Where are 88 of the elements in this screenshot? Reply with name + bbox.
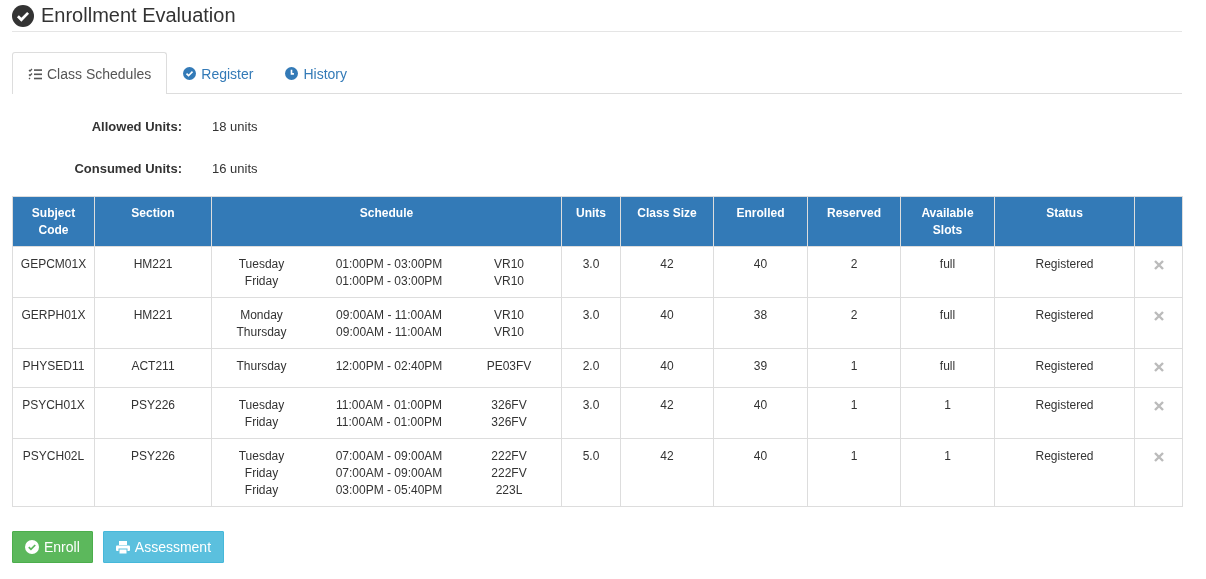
tab[interactable]: Class Schedules bbox=[12, 52, 168, 94]
table-cell: HM221 bbox=[94, 246, 212, 298]
table-cell: 1 bbox=[807, 438, 901, 507]
table-cell: 1 bbox=[900, 387, 995, 439]
schedule-time: 03:00PM - 05:40PM bbox=[334, 482, 444, 499]
table-cell: 2.0 bbox=[561, 348, 621, 388]
schedule-room: VR10 bbox=[493, 273, 525, 290]
table-cell: 2 bbox=[807, 297, 901, 349]
table-cell: Registered bbox=[994, 246, 1135, 298]
table-cell: Registered bbox=[994, 297, 1135, 349]
table-cell: HM221 bbox=[94, 297, 212, 349]
schedule-day: Friday bbox=[209, 465, 314, 482]
table-cell: 38 bbox=[713, 297, 808, 349]
table-cell: 39 bbox=[713, 348, 808, 388]
table-cell: 1 bbox=[807, 387, 901, 439]
table-cell: full bbox=[900, 348, 995, 388]
schedule-day: Tuesday bbox=[209, 397, 314, 414]
table-cell: 3.0 bbox=[561, 297, 621, 349]
table-cell: full bbox=[900, 297, 995, 349]
schedule-room: 326FV bbox=[490, 397, 528, 414]
table-cell: 42 bbox=[620, 246, 714, 298]
enroll-button[interactable]: Enroll bbox=[12, 531, 93, 563]
table-cell: 40 bbox=[713, 387, 808, 439]
field-value: 18 units bbox=[212, 119, 259, 134]
schedule-time: 11:00AM - 01:00PM bbox=[335, 414, 443, 431]
schedule-room: VR10 bbox=[493, 324, 525, 341]
table-cell: full bbox=[900, 246, 995, 298]
schedule-time: 01:00PM - 03:00PM bbox=[334, 273, 444, 290]
schedule-day: Friday bbox=[209, 414, 314, 431]
table-cell: 40 bbox=[620, 297, 714, 349]
table-cell: Registered bbox=[994, 438, 1135, 507]
column-header: Reserved bbox=[807, 196, 901, 247]
table-cell: 40 bbox=[713, 438, 808, 507]
schedule-room: 326FV bbox=[490, 414, 528, 431]
schedule-day: Tuesday bbox=[209, 448, 314, 465]
table-cell: 3.0 bbox=[561, 387, 621, 439]
column-header: Subject Code bbox=[12, 196, 95, 247]
schedule-day: Friday bbox=[209, 273, 314, 290]
table-cell: 3.0 bbox=[561, 246, 621, 298]
schedule-time: 09:00AM - 11:00AM bbox=[335, 324, 443, 341]
column-header: Status bbox=[994, 196, 1135, 247]
table-cell: 1 bbox=[900, 438, 995, 507]
schedule-time: 07:00AM - 09:00AM bbox=[334, 448, 444, 465]
schedule-time: 11:00AM - 01:00PM bbox=[335, 397, 443, 414]
tab[interactable]: Register bbox=[167, 52, 270, 94]
schedule-time: 07:00AM - 09:00AM bbox=[334, 465, 444, 482]
table-cell: PSYCH02L bbox=[12, 438, 95, 507]
table-cell: 42 bbox=[620, 387, 714, 439]
table-cell: 1 bbox=[807, 348, 901, 388]
column-header: Schedule bbox=[211, 196, 562, 247]
field-value: 16 units bbox=[212, 161, 259, 176]
table-cell: 42 bbox=[620, 438, 714, 507]
table-cell: Registered bbox=[994, 348, 1135, 388]
column-header: Units bbox=[561, 196, 621, 247]
schedule-day: Monday bbox=[209, 307, 314, 324]
schedule-room: VR10 bbox=[493, 256, 525, 273]
column-header: Available Slots bbox=[900, 196, 995, 247]
tab[interactable]: History bbox=[269, 52, 363, 94]
page-title: Enrollment Evaluation bbox=[41, 4, 236, 27]
schedule-time: 12:00PM - 02:40PM bbox=[334, 358, 444, 375]
table-cell: PSY226 bbox=[94, 387, 212, 439]
table-cell: 5.0 bbox=[561, 438, 621, 507]
schedule-time: 01:00PM - 03:00PM bbox=[334, 256, 444, 273]
table-cell: PSY226 bbox=[94, 438, 212, 507]
schedule-day: Friday bbox=[209, 482, 314, 499]
schedule-room: 222FV bbox=[490, 448, 528, 465]
schedule-time: 09:00AM - 11:00AM bbox=[335, 307, 443, 324]
table-cell: Registered bbox=[994, 387, 1135, 439]
table-cell: 40 bbox=[713, 246, 808, 298]
table-cell: GEPCM01X bbox=[12, 246, 95, 298]
schedule-day: Thursday bbox=[209, 324, 314, 341]
schedule-day: Tuesday bbox=[209, 256, 314, 273]
field-label: Allowed Units: bbox=[90, 119, 182, 134]
table-cell: GERPH01X bbox=[12, 297, 95, 349]
field-label: Consumed Units: bbox=[73, 161, 182, 176]
column-header: Class Size bbox=[620, 196, 714, 247]
schedule-room: VR10 bbox=[493, 307, 525, 324]
table-cell: 40 bbox=[620, 348, 714, 388]
column-header: Section bbox=[94, 196, 212, 247]
schedule-room: PE03FV bbox=[485, 358, 533, 375]
schedule-day: Thursday bbox=[209, 358, 314, 375]
schedule-room: 223L bbox=[494, 482, 524, 499]
table-cell: PHYSED11 bbox=[12, 348, 95, 388]
table-cell: 2 bbox=[807, 246, 901, 298]
table-cell: PSYCH01X bbox=[12, 387, 95, 439]
schedule-room: 222FV bbox=[490, 465, 528, 482]
table-cell: ACT211 bbox=[94, 348, 212, 388]
column-header: Enrolled bbox=[713, 196, 808, 247]
